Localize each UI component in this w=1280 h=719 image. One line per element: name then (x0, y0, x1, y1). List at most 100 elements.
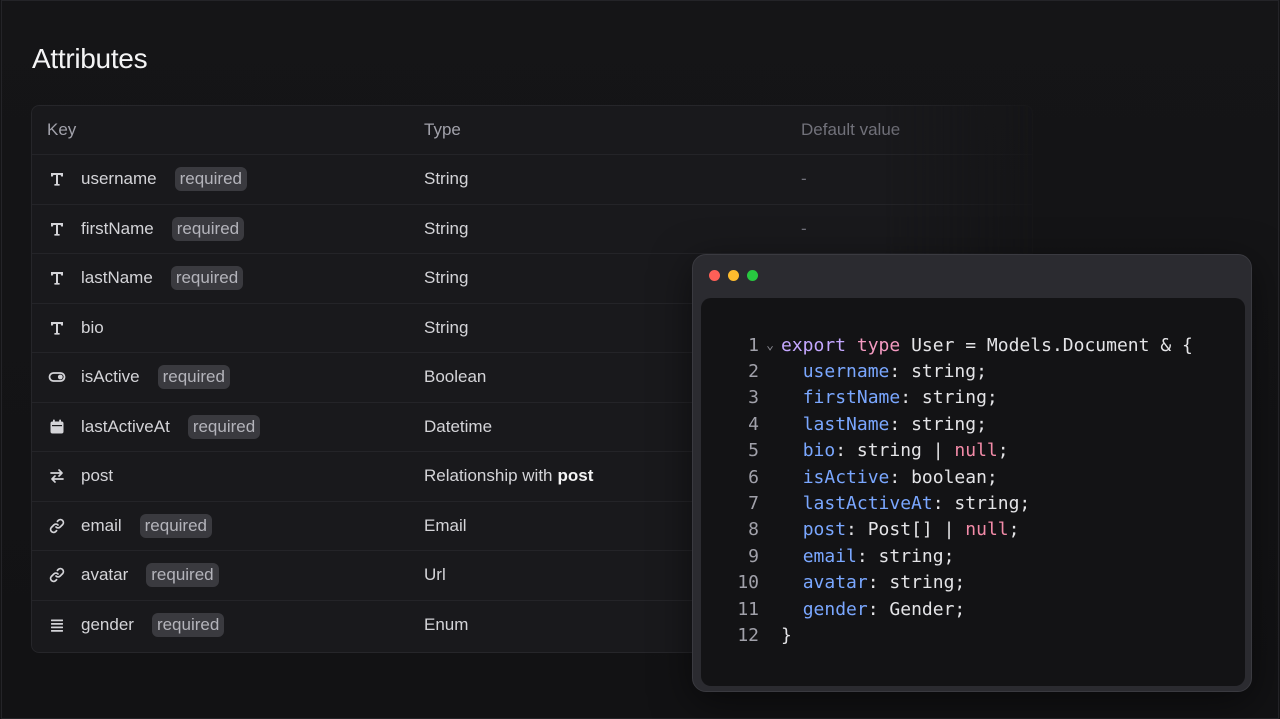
attribute-key: isActive (81, 367, 140, 387)
code-token: username (802, 361, 890, 383)
page-title: Attributes (32, 43, 148, 74)
required-badge: required (171, 216, 245, 241)
attribute-type: Boolean (424, 367, 487, 387)
code-editor: 1 ⌄ export type User = Models.Document & {… (701, 298, 1245, 686)
attribute-type: String (424, 218, 469, 238)
table-row[interactable]: username required String - (32, 155, 1032, 205)
code-token: : string | (835, 440, 955, 462)
code-token: avatar (802, 572, 868, 594)
line-number: 4 (748, 413, 759, 435)
code-token: User = Models.Document & { (900, 334, 1193, 356)
default-value-cell: - (801, 218, 807, 238)
key-cell: lastName required (47, 266, 244, 291)
text-icon (47, 318, 67, 338)
attribute-key: bio (81, 317, 104, 337)
code-block: 1 ⌄ export type User = Models.Document & {… (701, 332, 1245, 649)
key-cell: lastActiveAt required (47, 414, 261, 439)
attribute-type: Relationship with (424, 466, 553, 486)
required-badge: required (139, 513, 212, 538)
line-number: 3 (748, 387, 759, 409)
code-token: gender (802, 598, 868, 620)
line-number: 10 (737, 572, 759, 594)
attribute-type: Enum (424, 615, 469, 635)
key-cell: avatar required (47, 563, 219, 588)
type-cell: Datetime (424, 417, 492, 437)
code-line: 10 avatar: string; (701, 570, 1245, 596)
key-cell: username required (47, 167, 247, 192)
line-number: 5 (748, 440, 759, 462)
text-icon (47, 268, 67, 288)
table-row[interactable]: firstName required String - (32, 205, 1032, 254)
key-cell: gender required (47, 613, 225, 638)
attribute-key: username (81, 169, 157, 189)
maximize-dot[interactable] (747, 270, 758, 281)
code-token: isActive (802, 466, 890, 488)
line-number: 8 (748, 519, 759, 541)
type-cell: Relationship with post (424, 466, 593, 486)
key-cell: post (47, 466, 113, 486)
code-line: 8 post: Post[] | null; (701, 517, 1245, 543)
attribute-key: avatar (81, 565, 129, 585)
link-icon (47, 516, 67, 536)
attribute-key: lastName (81, 268, 153, 288)
code-token: email (802, 545, 857, 567)
attribute-type: String (424, 268, 469, 288)
close-dot[interactable] (709, 270, 720, 281)
list-icon (47, 615, 67, 635)
code-line: 9 email: string; (701, 543, 1245, 569)
header-type: Type (424, 120, 461, 139)
calendar-icon (47, 417, 67, 437)
code-token: null (965, 519, 1009, 541)
window-controls (709, 270, 758, 281)
line-number: 6 (748, 466, 759, 488)
fold-chevron-icon[interactable]: ⌄ (759, 338, 781, 353)
attribute-key: gender (81, 615, 134, 635)
line-number: 9 (748, 545, 759, 567)
code-token: firstName (802, 387, 901, 409)
attribute-type: Url (424, 565, 446, 585)
minimize-dot[interactable] (728, 270, 739, 281)
code-token: } (781, 624, 792, 646)
type-cell: String (424, 219, 468, 239)
code-token: type (856, 334, 901, 356)
line-number: 1 (748, 334, 759, 356)
required-badge: required (174, 167, 247, 192)
type-cell: String (424, 169, 468, 189)
line-number: 2 (748, 361, 759, 383)
type-cell: Email (424, 516, 467, 536)
required-badge: required (187, 414, 261, 439)
attribute-key: email (81, 515, 122, 535)
attribute-type: Datetime (424, 416, 493, 436)
code-token: : boolean; (889, 466, 998, 488)
code-line: 6 isActive: boolean; (701, 464, 1245, 490)
text-icon (47, 219, 67, 239)
page-frame: Attributes Key Type Default value userna… (1, 0, 1279, 719)
default-value-cell: - (801, 169, 807, 189)
attribute-key: firstName (81, 218, 154, 238)
key-cell: firstName required (47, 216, 245, 241)
attribute-key: lastActiveAt (81, 416, 170, 436)
attribute-key: post (81, 466, 114, 486)
key-cell: email required (47, 513, 212, 538)
code-token: : Gender; (867, 598, 966, 620)
code-token: export (781, 334, 847, 356)
attribute-type: Email (424, 515, 467, 535)
code-line: 7 lastActiveAt: string; (701, 490, 1245, 516)
code-line: 3 firstName: string; (701, 385, 1245, 411)
key-cell: bio (47, 318, 104, 338)
header-key: Key (47, 120, 77, 139)
code-token: null (954, 440, 998, 462)
header-default-value: Default value (801, 120, 901, 139)
line-number: 7 (748, 493, 759, 515)
code-line: 12} (701, 622, 1245, 648)
key-cell: isActive required (47, 365, 230, 390)
line-number: 11 (737, 598, 759, 620)
